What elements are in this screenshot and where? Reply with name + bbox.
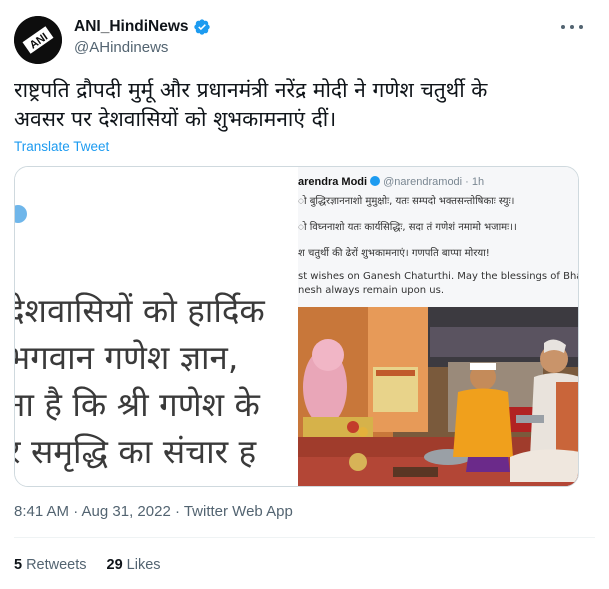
tweet-text-line-1: राष्ट्रपति द्रौपदी मुर्मू और प्रधानमंत्र… — [14, 78, 488, 102]
embedded-line-2: ो विघ्ननाशो यतः कार्यसिद्धिः, सदा तं गणे… — [298, 222, 517, 233]
embedded-author-name: arendra Modi — [298, 176, 368, 188]
image-text-line-2: भगवान गणेश ज्ञान, — [15, 338, 239, 377]
retweets-count: 5 — [14, 557, 23, 573]
embedded-author-handle: @narendramodi · 1h — [383, 176, 485, 188]
blue-circle-shape — [15, 205, 27, 223]
image-text-line-3: ना है कि श्री गणेश के — [15, 385, 260, 424]
tweet-text-line-2: अवसर पर देशवासियों को शुभकामनाएं दीं। — [14, 107, 337, 131]
tweet-text: राष्ट्रपति द्रौपदी मुर्मू और प्रधानमंत्र… — [14, 76, 574, 134]
likes-count: 29 — [106, 557, 123, 573]
embedded-tweet-screenshot: arendra Modi @narendramodi · 1h ो बुद्धिर… — [298, 167, 578, 307]
divider — [14, 537, 595, 538]
image-text-line-4: र समृद्धि का संचार ह — [15, 432, 257, 471]
media-image-left[interactable]: देशवासियों को हार्दिक भगवान गणेश ज्ञान, … — [15, 167, 297, 486]
author-handle[interactable]: @AHindinews — [74, 39, 168, 56]
embedded-line-5: nesh always remain upon us. — [298, 285, 444, 296]
ani-logo-icon: ANI — [14, 16, 62, 64]
image-text-line-1: देशवासियों को हार्दिक — [15, 291, 265, 330]
avatar[interactable]: ANI — [14, 16, 62, 64]
tweet-stats: 5 Retweets 29 Likes — [14, 557, 181, 573]
more-options-icon[interactable] — [561, 20, 583, 34]
dot — [579, 25, 583, 29]
likes-label: Likes — [126, 557, 161, 573]
embedded-line-1: ो बुद्धिरज्ञाननाशो मुमुक्षोः, यतः सम्पदो… — [298, 196, 515, 207]
embedded-author-row: arendra Modi @narendramodi · 1h — [298, 176, 484, 188]
media-attachment[interactable]: देशवासियों को हार्दिक भगवान गणेश ज्ञान, … — [14, 166, 579, 487]
retweets-label: Retweets — [26, 557, 87, 573]
dot — [561, 25, 565, 29]
media-image-right[interactable]: arendra Modi @narendramodi · 1h ो बुद्धिर… — [298, 167, 578, 486]
embedded-verified-icon — [370, 176, 381, 186]
retweets-stat[interactable]: 5 Retweets — [14, 557, 87, 573]
author-name-row: ANI_HindiNews — [74, 18, 211, 36]
dot — [570, 25, 574, 29]
author-name[interactable]: ANI_HindiNews — [74, 18, 189, 36]
embedded-line-4: st wishes on Ganesh Chaturthi. May the b… — [298, 271, 578, 282]
tweet-card: ANI ANI_HindiNews @AHindinews राष्ट्रपति… — [0, 0, 609, 589]
likes-stat[interactable]: 29 Likes — [107, 557, 161, 573]
puja-photo-illustration — [298, 307, 578, 486]
verified-badge-icon — [193, 19, 210, 35]
translate-tweet-link[interactable]: Translate Tweet — [14, 139, 109, 154]
tweet-timestamp[interactable]: 8:41 AM · Aug 31, 2022 · Twitter Web App — [14, 503, 293, 520]
puja-photo — [298, 307, 578, 486]
embedded-line-3: श चतुर्थी की ढेरों शुभकामनाएं। गणपति बाप… — [298, 248, 490, 259]
